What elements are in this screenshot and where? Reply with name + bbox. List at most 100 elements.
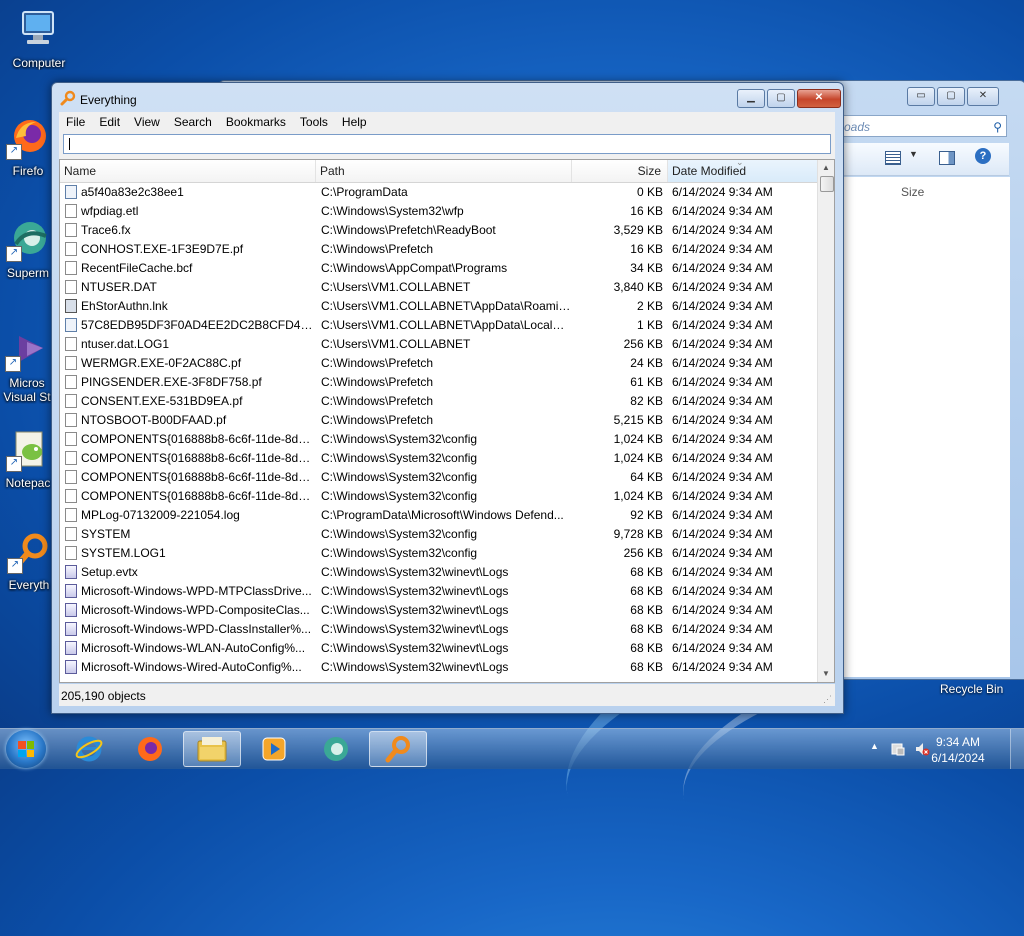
table-row[interactable]: Trace6.fx C:\Windows\Prefetch\ReadyBoot 3,…: [60, 221, 819, 240]
table-row[interactable]: Microsoft-Windows-WLAN-AutoConfig%... C:\…: [60, 639, 819, 658]
scroll-thumb[interactable]: [820, 176, 834, 192]
resize-grip-icon[interactable]: ⋰: [823, 694, 833, 704]
desktop-icon-firefox[interactable]: ↗ Firefo: [0, 116, 56, 178]
menu-view[interactable]: View: [127, 112, 167, 131]
cell-path: C:\Windows\System32\winevt\Logs: [321, 622, 509, 636]
menu-tools[interactable]: Tools: [293, 112, 335, 131]
desktop-icon-everything[interactable]: ↗ Everyth: [0, 530, 58, 592]
maximize-button[interactable]: ▢: [767, 89, 795, 108]
table-row[interactable]: CONHOST.EXE-1F3E9D7E.pf C:\Windows\Prefet…: [60, 240, 819, 259]
cell-name: Microsoft-Windows-WPD-MTPClassDrive...: [81, 584, 312, 598]
table-row[interactable]: RecentFileCache.bcf C:\Windows\AppCompat\…: [60, 259, 819, 278]
help-icon[interactable]: ?: [975, 148, 991, 164]
cell-name: PINGSENDER.EXE-3F8DF758.pf: [81, 375, 262, 389]
menu-file[interactable]: File: [59, 112, 92, 131]
show-hidden-icons-icon[interactable]: ▲: [870, 741, 879, 751]
explorer-size-column-header[interactable]: Size: [901, 185, 924, 199]
table-row[interactable]: Microsoft-Windows-Wired-AutoConfig%... C:…: [60, 658, 819, 677]
minimize-button[interactable]: ▁: [737, 89, 765, 108]
preview-pane-icon[interactable]: [939, 151, 955, 165]
table-row[interactable]: WERMGR.EXE-0F2AC88C.pf C:\Windows\Prefetc…: [60, 354, 819, 373]
recycle-bin-label[interactable]: Recycle Bin: [940, 682, 1003, 696]
table-row[interactable]: MPLog-07132009-221054.log C:\ProgramData\…: [60, 506, 819, 525]
clock[interactable]: 9:34 AM 6/14/2024: [926, 734, 990, 766]
table-row[interactable]: SYSTEM.LOG1 C:\Windows\System32\config 256…: [60, 544, 819, 563]
table-row[interactable]: COMPONENTS{016888b8-6c6f-11de-8d1d... C:\…: [60, 449, 819, 468]
taskbar-supermium[interactable]: [307, 731, 365, 767]
cell-date-modified: 6/14/2024 9:34 AM: [672, 413, 773, 427]
chevron-down-icon[interactable]: ▼: [909, 149, 918, 159]
desktop-icon-computer[interactable]: Computer: [4, 8, 74, 70]
cell-path: C:\Windows\System32\config: [321, 470, 478, 484]
column-header-name[interactable]: Name: [60, 160, 316, 182]
cell-path: C:\Users\VM1.COLLABNET: [321, 337, 471, 351]
column-header-date-modified[interactable]: Date Modified ⌄: [668, 157, 819, 182]
vertical-scrollbar[interactable]: ▲ ▼: [817, 160, 834, 682]
table-row[interactable]: 57C8EDB95DF3F0AD4EE2DC2B8CFD4157 C:\Users…: [60, 316, 819, 335]
table-row[interactable]: COMPONENTS{016888b8-6c6f-11de-8d1d... C:\…: [60, 468, 819, 487]
menu-search[interactable]: Search: [167, 112, 219, 131]
explorer-maximize-button[interactable]: ▢: [937, 87, 965, 106]
scroll-up-icon[interactable]: ▲: [818, 160, 834, 176]
taskbar-firefox[interactable]: [121, 731, 179, 767]
explorer-close-button[interactable]: ✕: [967, 87, 999, 106]
desktop-icon-supermium[interactable]: ↗ Superm: [0, 218, 56, 280]
file-icon: [65, 318, 77, 332]
table-row[interactable]: CONSENT.EXE-531BD9EA.pf C:\Windows\Prefet…: [60, 392, 819, 411]
title-bar[interactable]: Everything ▁ ▢ ✕: [52, 83, 843, 111]
cell-name: Setup.evtx: [81, 565, 138, 579]
show-desktop-button[interactable]: [1010, 729, 1024, 769]
taskbar-everything[interactable]: [369, 731, 427, 767]
menu-edit[interactable]: Edit: [92, 112, 127, 131]
table-row[interactable]: EhStorAuthn.lnk C:\Users\VM1.COLLABNET\Ap…: [60, 297, 819, 316]
table-row[interactable]: wfpdiag.etl C:\Windows\System32\wfp 16 KB 6…: [60, 202, 819, 221]
table-row[interactable]: a5f40a83e2c38ee1 C:\ProgramData 0 KB 6/14/2…: [60, 183, 819, 202]
cell-date-modified: 6/14/2024 9:34 AM: [672, 451, 773, 465]
table-row[interactable]: NTUSER.DAT C:\Users\VM1.COLLABNET 3,840 KB…: [60, 278, 819, 297]
file-icon: [65, 394, 77, 408]
cell-name: SYSTEM: [81, 527, 131, 541]
desktop-icon-notepad-plus[interactable]: ↗ Notepac: [0, 428, 56, 490]
cell-date-modified: 6/14/2024 9:34 AM: [672, 527, 773, 541]
close-button[interactable]: ✕: [797, 89, 841, 108]
windows-logo-icon: [18, 741, 34, 757]
file-icon: [65, 527, 77, 541]
explorer-minimize-button[interactable]: ▭: [907, 87, 935, 106]
desktop-icon-label: Visual St: [3, 390, 51, 404]
table-row[interactable]: ntuser.dat.LOG1 C:\Users\VM1.COLLABNET 256…: [60, 335, 819, 354]
table-row[interactable]: Microsoft-Windows-WPD-CompositeClas... C:…: [60, 601, 819, 620]
table-row[interactable]: COMPONENTS{016888b8-6c6f-11de-8d1d... C:\…: [60, 487, 819, 506]
table-row[interactable]: NTOSBOOT-B00DFAAD.pf C:\Windows\Prefetch 5…: [60, 411, 819, 430]
menu-help[interactable]: Help: [335, 112, 374, 131]
cell-path: C:\Windows\System32\winevt\Logs: [321, 584, 509, 598]
search-icon[interactable]: ⚲: [993, 116, 1002, 138]
menu-bookmarks[interactable]: Bookmarks: [219, 112, 293, 131]
cell-size: 68 KB: [630, 641, 663, 655]
table-row[interactable]: Microsoft-Windows-WPD-MTPClassDrive... C:…: [60, 582, 819, 601]
taskbar-media-player[interactable]: [245, 731, 303, 767]
results-list[interactable]: Name Path Size Date Modified ⌄ a5f40a83e…: [59, 157, 835, 683]
table-row[interactable]: COMPONENTS{016888b8-6c6f-11de-8d1d... C:\…: [60, 430, 819, 449]
cell-date-modified: 6/14/2024 9:34 AM: [672, 242, 773, 256]
column-header-path[interactable]: Path: [316, 160, 572, 182]
search-input[interactable]: [63, 134, 831, 154]
taskbar-internet-explorer[interactable]: [60, 731, 118, 767]
view-options-icon[interactable]: [885, 151, 901, 165]
file-icon: [65, 242, 77, 256]
file-icon: [65, 223, 77, 237]
scroll-down-icon[interactable]: ▼: [818, 666, 834, 682]
desktop-icon-visual-studio[interactable]: ↗ Micros Visual St: [0, 328, 54, 404]
everything-window[interactable]: Everything ▁ ▢ ✕ File Edit View Search B…: [51, 82, 844, 714]
table-row[interactable]: Setup.evtx C:\Windows\System32\winevt\Log…: [60, 563, 819, 582]
table-row[interactable]: Microsoft-Windows-WPD-ClassInstaller%...…: [60, 620, 819, 639]
action-center-icon[interactable]: [890, 741, 906, 757]
table-row[interactable]: PINGSENDER.EXE-3F8DF758.pf C:\Windows\Pre…: [60, 373, 819, 392]
desktop-icon-label: Notepac: [5, 476, 51, 490]
taskbar-windows-explorer[interactable]: [183, 731, 241, 767]
column-header-size[interactable]: Size: [572, 160, 668, 182]
everything-icon: ↗: [7, 530, 51, 574]
explorer-search-input[interactable]: oads ⚲: [839, 115, 1007, 137]
table-row[interactable]: SYSTEM C:\Windows\System32\config 9,728 KB…: [60, 525, 819, 544]
cell-date-modified: 6/14/2024 9:34 AM: [672, 261, 773, 275]
start-button[interactable]: [6, 730, 46, 768]
